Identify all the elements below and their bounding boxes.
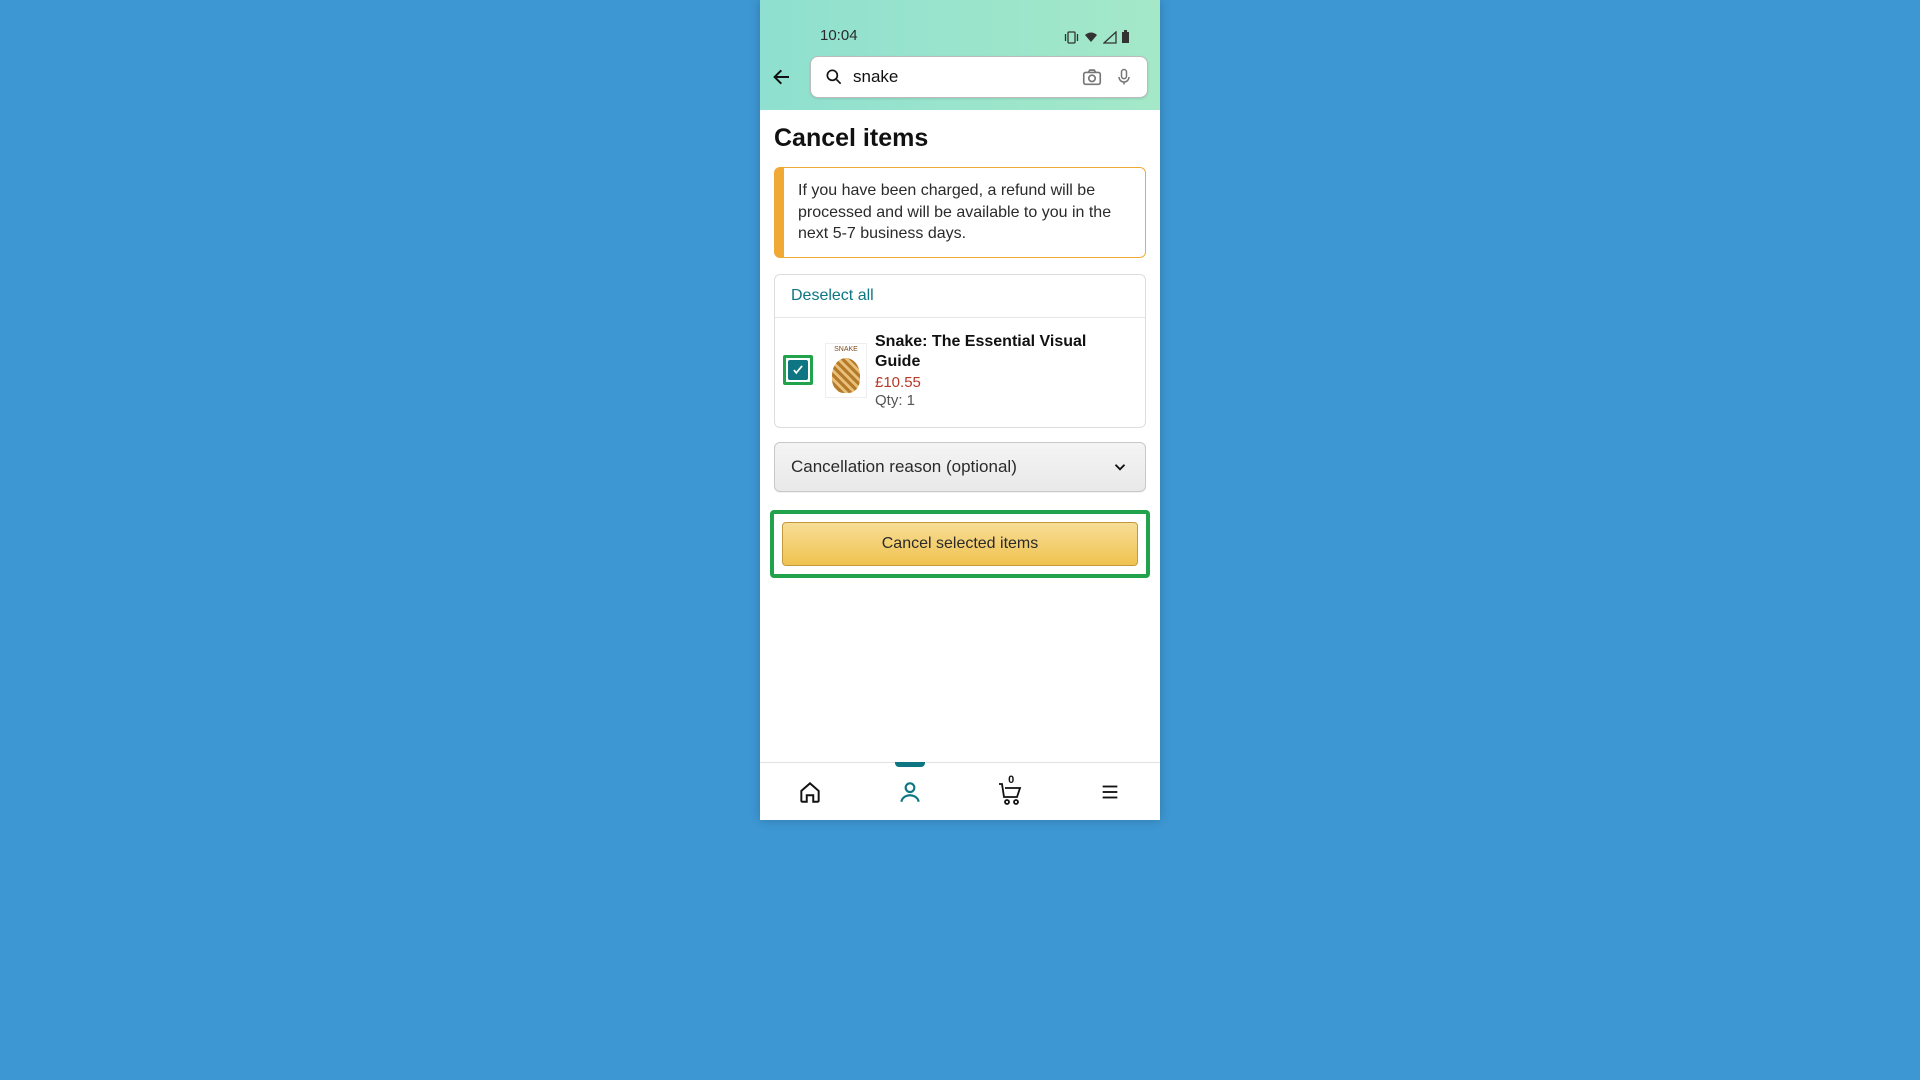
cancellation-reason-dropdown[interactable]: Cancellation reason (optional) — [774, 442, 1146, 492]
nav-menu[interactable] — [1090, 772, 1130, 812]
nav-home[interactable] — [790, 772, 830, 812]
item-checkbox[interactable] — [788, 360, 808, 380]
content: Cancel items If you have been charged, a… — [760, 110, 1160, 762]
item-qty: Qty: 1 — [875, 392, 1133, 409]
wifi-icon — [1083, 31, 1099, 44]
checkbox-highlight — [783, 355, 813, 385]
signal-icon — [1103, 31, 1117, 44]
item-price: £10.55 — [875, 374, 1133, 391]
status-icons — [1064, 30, 1130, 44]
status-bar: 10:04 — [760, 0, 1160, 50]
search-input[interactable] — [853, 67, 1079, 87]
deselect-all-link[interactable]: Deselect all — [775, 275, 1145, 318]
battery-icon — [1121, 30, 1130, 44]
nav-cart[interactable]: 0 — [990, 772, 1030, 812]
back-button[interactable] — [770, 65, 800, 89]
cancel-selected-button[interactable]: Cancel selected items — [782, 522, 1138, 566]
nav-account[interactable] — [890, 772, 930, 812]
item-title[interactable]: Snake: The Essential Visual Guide — [875, 332, 1133, 372]
mic-icon[interactable] — [1111, 64, 1137, 90]
camera-icon[interactable] — [1079, 64, 1105, 90]
search-box[interactable] — [810, 56, 1148, 98]
vibrate-icon — [1064, 31, 1079, 44]
bottom-nav: 0 — [760, 762, 1160, 820]
phone-frame: 10:04 — [760, 0, 1160, 820]
refund-notice: If you have been charged, a refund will … — [774, 167, 1146, 258]
search-icon — [821, 64, 847, 90]
page-title: Cancel items — [774, 124, 1146, 153]
status-time: 10:04 — [820, 27, 858, 44]
chevron-down-icon — [1111, 458, 1129, 476]
item-row: Snake: The Essential Visual Guide £10.55… — [775, 318, 1145, 427]
item-thumbnail[interactable] — [825, 343, 867, 398]
cart-count: 0 — [1008, 774, 1014, 786]
cancel-button-highlight: Cancel selected items — [770, 510, 1150, 578]
item-info: Snake: The Essential Visual Guide £10.55… — [875, 332, 1133, 409]
items-card: Deselect all Snake: The Essential Visual… — [774, 274, 1146, 428]
search-row — [760, 50, 1160, 110]
dropdown-label: Cancellation reason (optional) — [791, 457, 1017, 477]
